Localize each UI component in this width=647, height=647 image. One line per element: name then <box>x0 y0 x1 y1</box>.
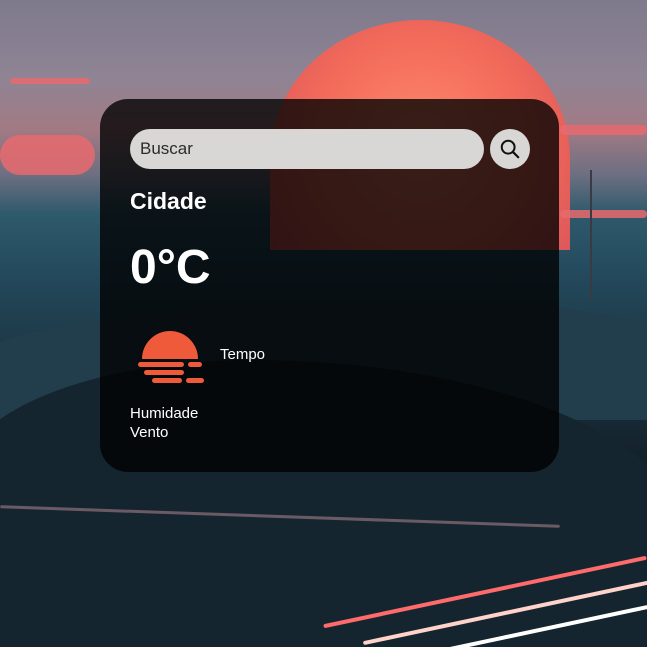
search-icon <box>500 139 520 159</box>
wind-label: Vento <box>130 424 169 441</box>
humidity-label: Humidade <box>130 405 199 422</box>
background-cloud <box>10 78 90 84</box>
temperature-value: 0°C <box>130 241 211 294</box>
search-input[interactable] <box>130 129 484 169</box>
sun-haze-icon <box>138 331 204 383</box>
search-button[interactable] <box>490 129 530 169</box>
background-cloud <box>560 210 647 218</box>
city-name: Cidade <box>130 188 207 214</box>
background-pylon <box>590 170 592 300</box>
background-cloud <box>560 125 647 135</box>
background-cloud <box>0 135 95 175</box>
search-bar <box>130 129 530 169</box>
weather-description: Tempo <box>220 346 266 363</box>
weather-card: Cidade 0°C Tempo Humidade Vento <box>100 99 559 472</box>
